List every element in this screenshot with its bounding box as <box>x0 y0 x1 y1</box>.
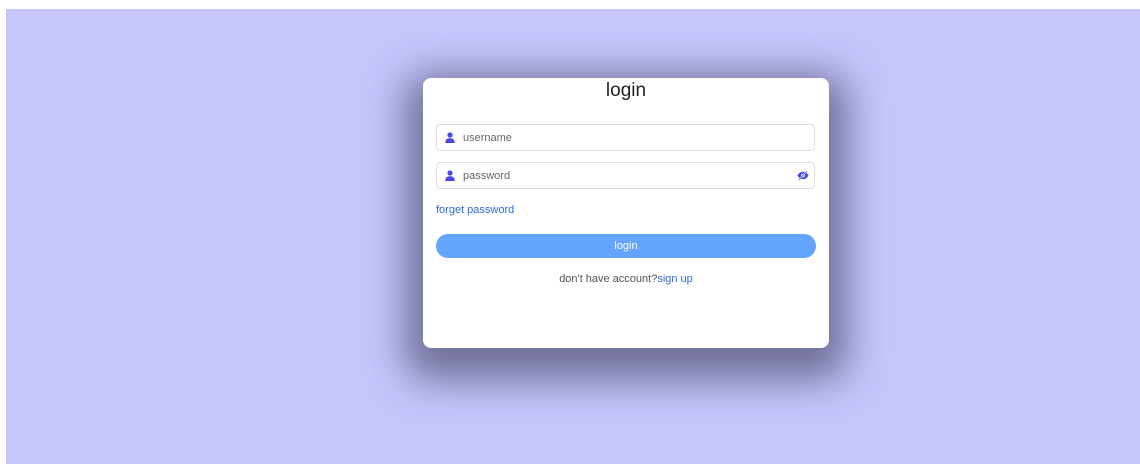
user-icon <box>445 132 455 143</box>
login-card: login forget password login <box>423 78 829 348</box>
signup-prompt-text: don't have account? <box>559 273 658 285</box>
username-field[interactable] <box>436 124 815 151</box>
signup-link[interactable]: sign up <box>657 273 692 285</box>
password-input[interactable] <box>463 163 793 188</box>
username-input[interactable] <box>463 125 793 150</box>
signup-prompt: don't have account?sign up <box>423 273 829 285</box>
page-title: login <box>605 80 647 101</box>
login-button[interactable]: login <box>436 234 816 258</box>
forget-password-link[interactable]: forget password <box>436 204 514 216</box>
page-background: login forget password login <box>6 9 1140 464</box>
eye-slash-icon[interactable] <box>797 170 809 181</box>
user-icon <box>445 170 455 181</box>
password-field[interactable] <box>436 162 815 189</box>
